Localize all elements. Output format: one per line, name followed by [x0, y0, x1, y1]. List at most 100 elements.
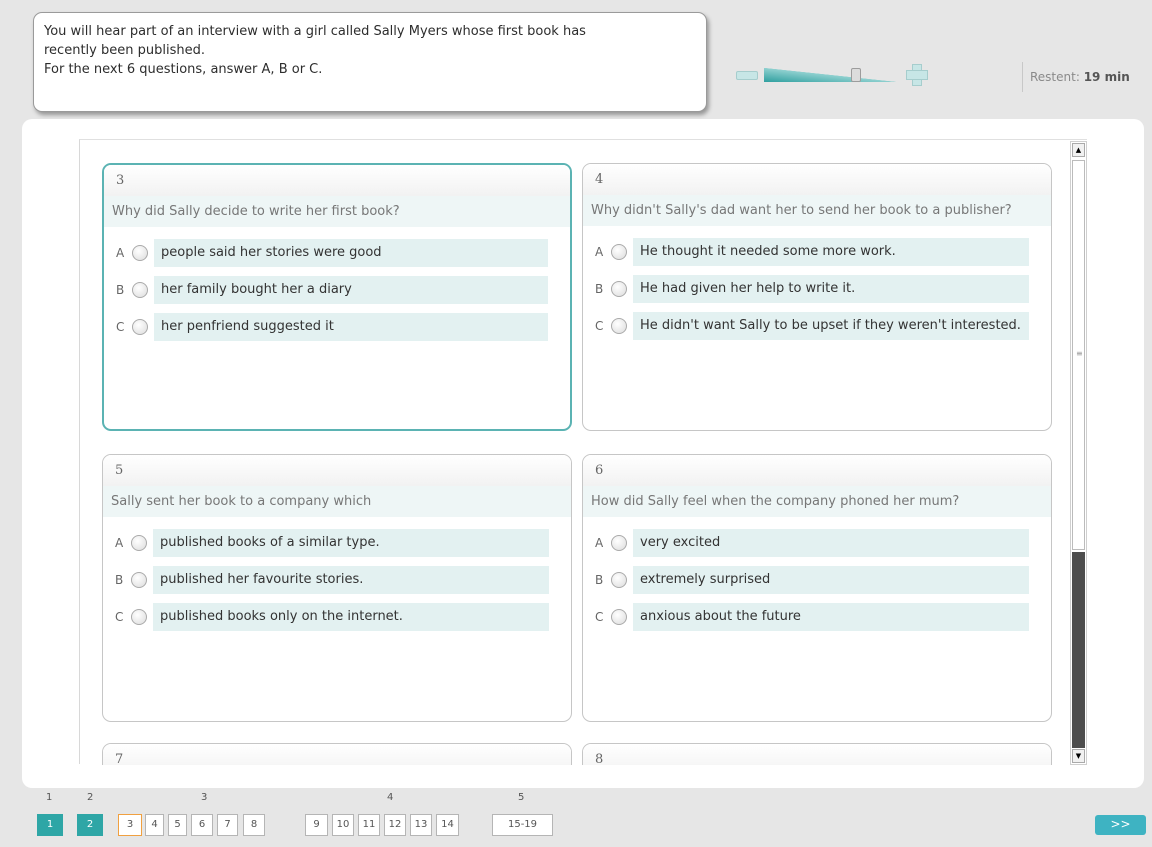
question-number: 6 [583, 455, 1051, 486]
radio-button[interactable] [611, 281, 627, 297]
question-text: Why did Sally decide to write her first … [104, 196, 570, 227]
part-label: 2 [87, 792, 94, 803]
scrollbar-thumb[interactable]: ≡ [1072, 160, 1085, 550]
part-label: 1 [46, 792, 53, 803]
scroll-down-arrow-icon[interactable]: ▼ [1072, 749, 1085, 763]
page-button-12[interactable]: 12 [384, 814, 406, 836]
answer-option-c[interactable]: C anxious about the future [595, 603, 1029, 631]
volume-up-button[interactable] [906, 64, 928, 86]
answer-option-b[interactable]: B He had given her help to write it. [595, 275, 1029, 303]
page-button-2[interactable]: 2 [77, 814, 103, 836]
question-card-4[interactable]: 4 Why didn't Sally's dad want her to sen… [582, 163, 1052, 431]
question-number: 3 [104, 165, 570, 196]
page-button-11[interactable]: 11 [358, 814, 380, 836]
question-number: 8 [583, 744, 1051, 765]
page-button-3[interactable]: 3 [118, 814, 142, 836]
answer-option-c[interactable]: C her penfriend suggested it [116, 313, 548, 341]
radio-button[interactable] [132, 319, 148, 335]
radio-button[interactable] [132, 282, 148, 298]
volume-down-button[interactable] [736, 71, 758, 80]
page-button-1[interactable]: 1 [37, 814, 63, 836]
question-card-7[interactable]: 7 [102, 743, 572, 765]
grip-icon: ≡ [1076, 349, 1083, 358]
radio-button[interactable] [611, 609, 627, 625]
option-letter: A [595, 536, 604, 550]
page-button-14[interactable]: 14 [436, 814, 459, 836]
time-remaining: Restent: 19 min [1030, 70, 1130, 84]
question-text: How did Sally feel when the company phon… [583, 486, 1051, 517]
option-letter: A [116, 246, 125, 260]
answer-option-c[interactable]: C published books only on the internet. [115, 603, 549, 631]
question-scroll-area: 3 Why did Sally decide to write her firs… [79, 139, 1087, 765]
vertical-scrollbar[interactable]: ▲ ≡ ▼ [1070, 141, 1087, 765]
radio-button[interactable] [131, 609, 147, 625]
answer-option-a[interactable]: A published books of a similar type. [115, 529, 549, 557]
option-text[interactable]: published her favourite stories. [153, 566, 549, 594]
instructions-line: recently been published. [44, 43, 205, 58]
option-text[interactable]: people said her stories were good [154, 239, 548, 267]
question-card-8[interactable]: 8 [582, 743, 1052, 765]
answer-option-c[interactable]: C He didn't want Sally to be upset if th… [595, 312, 1029, 340]
option-text[interactable]: her penfriend suggested it [154, 313, 548, 341]
question-navigation: 1 2 3 4 5 1 2 3 4 5 6 7 8 9 10 11 12 13 … [0, 788, 1152, 847]
next-button[interactable]: >> [1095, 815, 1146, 835]
question-number: 5 [103, 455, 571, 486]
option-letter: C [116, 320, 125, 334]
option-text[interactable]: He didn't want Sally to be upset if they… [633, 312, 1029, 340]
question-text: Why didn't Sally's dad want her to send … [583, 195, 1051, 226]
scroll-up-arrow-icon[interactable]: ▲ [1072, 143, 1085, 157]
page-button-5[interactable]: 5 [168, 814, 187, 836]
radio-button[interactable] [611, 318, 627, 334]
radio-button[interactable] [131, 572, 147, 588]
radio-button[interactable] [611, 535, 627, 551]
volume-slider[interactable] [764, 68, 896, 82]
question-card-6[interactable]: 6 How did Sally feel when the company ph… [582, 454, 1052, 722]
page-button-8[interactable]: 8 [243, 814, 265, 836]
page-button-13[interactable]: 13 [410, 814, 432, 836]
radio-button[interactable] [611, 244, 627, 260]
page-button-10[interactable]: 10 [332, 814, 354, 836]
radio-button[interactable] [611, 572, 627, 588]
radio-button[interactable] [132, 245, 148, 261]
option-letter: C [595, 610, 604, 624]
option-letter: B [116, 283, 125, 297]
option-letter: A [115, 536, 124, 550]
part-label: 4 [387, 792, 394, 803]
answer-option-b[interactable]: B her family bought her a diary [116, 276, 548, 304]
page-button-4[interactable]: 4 [145, 814, 164, 836]
radio-button[interactable] [131, 535, 147, 551]
answer-option-a[interactable]: A He thought it needed some more work. [595, 238, 1029, 266]
time-remaining-value: 19 min [1083, 70, 1130, 84]
question-card-3[interactable]: 3 Why did Sally decide to write her firs… [102, 163, 572, 431]
question-card-5[interactable]: 5 Sally sent her book to a company which… [102, 454, 572, 722]
option-text[interactable]: He had given her help to write it. [633, 275, 1029, 303]
option-text[interactable]: He thought it needed some more work. [633, 238, 1029, 266]
question-number: 4 [583, 164, 1051, 195]
option-text[interactable]: her family bought her a diary [154, 276, 548, 304]
instructions-line: You will hear part of an interview with … [44, 24, 586, 39]
page-button-6[interactable]: 6 [191, 814, 213, 836]
option-text[interactable]: published books of a similar type. [153, 529, 549, 557]
answer-option-a[interactable]: A very excited [595, 529, 1029, 557]
volume-control [736, 64, 936, 88]
page-button-7[interactable]: 7 [217, 814, 238, 836]
option-letter: A [595, 245, 604, 259]
option-letter: C [115, 610, 124, 624]
scrollbar-track[interactable] [1072, 552, 1085, 748]
option-text[interactable]: published books only on the internet. [153, 603, 549, 631]
answer-option-b[interactable]: B extremely surprised [595, 566, 1029, 594]
volume-slider-thumb[interactable] [851, 68, 861, 82]
option-text[interactable]: anxious about the future [633, 603, 1029, 631]
page-button-9[interactable]: 9 [305, 814, 328, 836]
answer-option-a[interactable]: A people said her stories were good [116, 239, 548, 267]
part-label: 5 [518, 792, 525, 803]
option-text[interactable]: very excited [633, 529, 1029, 557]
question-panel: 3 Why did Sally decide to write her firs… [22, 119, 1144, 788]
option-text[interactable]: extremely surprised [633, 566, 1029, 594]
divider [1022, 62, 1023, 92]
answer-option-b[interactable]: B published her favourite stories. [115, 566, 549, 594]
page-button-15-19[interactable]: 15-19 [492, 814, 553, 836]
instructions-line: For the next 6 questions, answer A, B or… [44, 62, 323, 77]
part-label: 3 [201, 792, 208, 803]
question-text: Sally sent her book to a company which [103, 486, 571, 517]
